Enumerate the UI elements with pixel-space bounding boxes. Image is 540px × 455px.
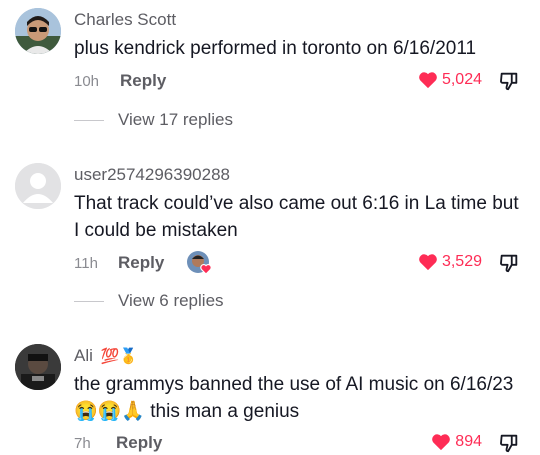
like-button[interactable]: 894 xyxy=(431,433,482,451)
username-emoji: 💯🥇 xyxy=(100,348,138,365)
timestamp: 10h xyxy=(74,72,100,90)
heart-icon xyxy=(432,434,451,451)
reply-button[interactable]: Reply xyxy=(118,253,164,273)
like-button[interactable]: 5,024 xyxy=(418,71,482,89)
like-count: 894 xyxy=(455,433,482,450)
comment-text: That track could’ve also came out 6:16 i… xyxy=(74,193,519,241)
avatar[interactable] xyxy=(15,8,61,54)
avatar-image xyxy=(15,8,61,54)
avatar-image xyxy=(15,344,61,390)
divider-line xyxy=(74,300,104,302)
timestamp: 7h xyxy=(74,434,91,452)
reply-button[interactable]: Reply xyxy=(116,433,162,453)
username[interactable]: Charles Scott xyxy=(74,10,176,30)
comment-meta: 7h Reply xyxy=(74,431,162,455)
timestamp: 11h xyxy=(74,254,98,272)
heart-icon xyxy=(419,254,437,271)
dislike-icon[interactable] xyxy=(498,252,520,274)
dislike-icon[interactable] xyxy=(498,432,520,454)
dislike-icon[interactable] xyxy=(498,70,520,92)
liked-by-creator-icon xyxy=(187,251,213,275)
comment-meta: 10h Reply xyxy=(74,69,166,93)
like-button[interactable]: 3,529 xyxy=(418,253,482,271)
avatar[interactable] xyxy=(15,344,61,390)
default-avatar-icon xyxy=(15,163,61,209)
avatar[interactable] xyxy=(15,163,61,209)
view-replies-button[interactable]: View 6 replies xyxy=(74,291,224,311)
username[interactable]: Ali 💯🥇 xyxy=(74,346,138,366)
like-count: 5,024 xyxy=(441,71,482,88)
heart-icon xyxy=(419,72,437,89)
like-count: 3,529 xyxy=(441,253,482,270)
view-replies-label: View 6 replies xyxy=(118,291,224,310)
comment-text: plus kendrick performed in toronto on 6/… xyxy=(74,38,477,59)
username-text: Ali xyxy=(74,346,93,365)
username[interactable]: user2574296390288 xyxy=(74,165,230,185)
view-replies-button[interactable]: View 17 replies xyxy=(74,110,233,130)
divider-line xyxy=(74,119,104,121)
view-replies-label: View 17 replies xyxy=(118,110,233,129)
reply-button[interactable]: Reply xyxy=(120,71,166,91)
comment-meta: 11h Reply xyxy=(74,251,216,275)
comment-text: the grammys banned the use of AI music o… xyxy=(74,374,514,422)
